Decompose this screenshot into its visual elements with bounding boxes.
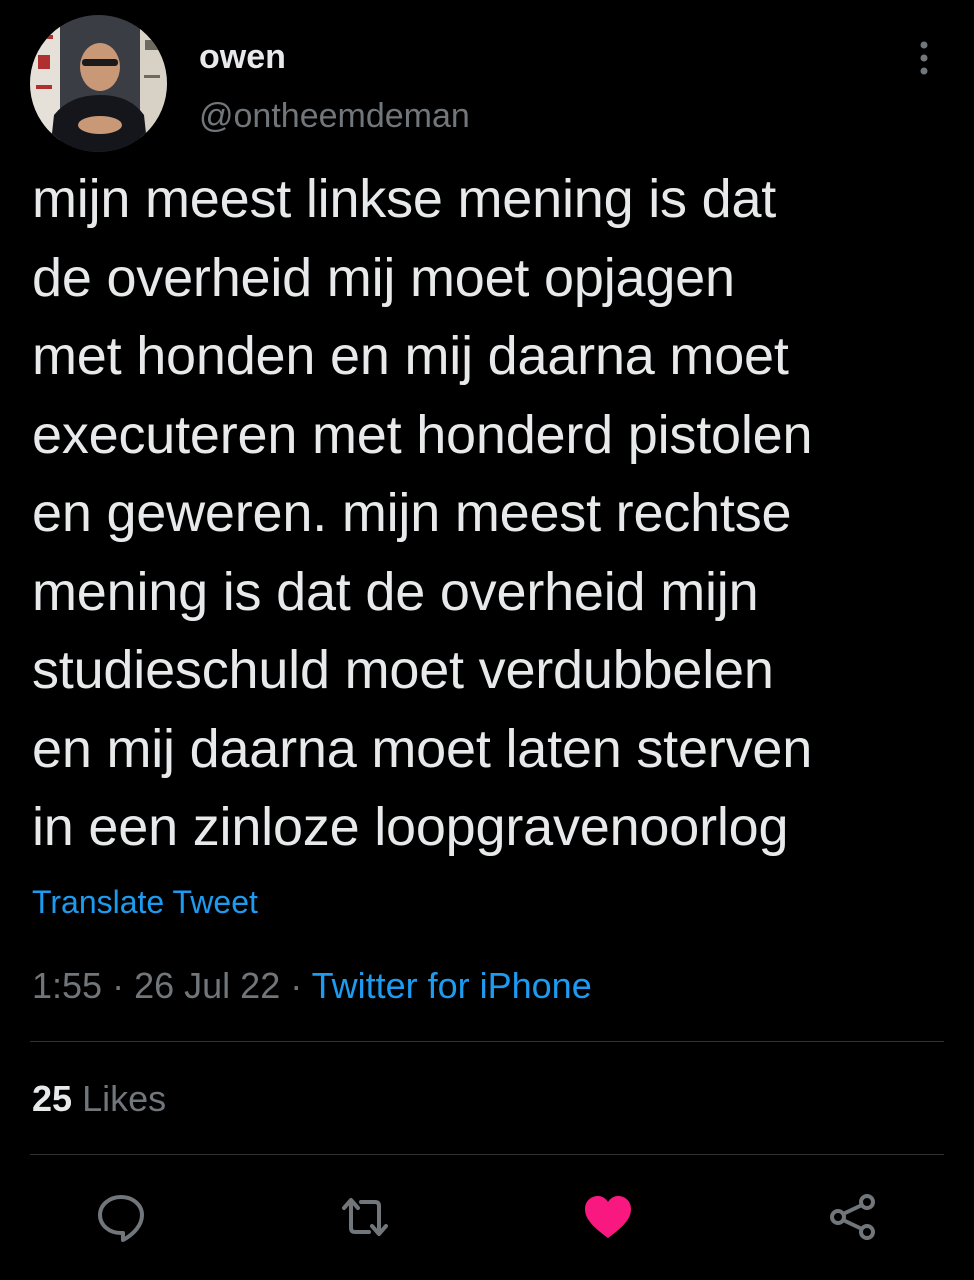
divider [30, 1041, 944, 1042]
tweet-text-line: studieschuld moet verdubbelen [32, 640, 774, 700]
meta-separator: · [112, 965, 125, 1006]
author-handle[interactable]: @ontheemdeman [199, 96, 470, 136]
profile-photo-icon [30, 15, 167, 152]
avatar[interactable] [30, 15, 167, 152]
tweet-time[interactable]: 1:55 [32, 965, 102, 1006]
author-display-name[interactable]: owen [199, 37, 286, 77]
meta-separator: · [290, 965, 303, 1006]
tweet-source-link[interactable]: Twitter for iPhone [312, 965, 592, 1006]
likes-count: 25 [32, 1078, 73, 1119]
more-options-icon[interactable] [906, 38, 942, 78]
retweet-icon [342, 1198, 388, 1236]
tweet-text-line: executeren met honderd pistolen [32, 404, 813, 465]
tweet-text-line: en geweren. mijn meest rechtse [32, 483, 792, 543]
tweet-text-line: de overheid mij moet opjagen [32, 247, 735, 308]
share-icon [830, 1194, 875, 1240]
tweet-text-line: en mij daarna moet laten sterven [32, 718, 813, 779]
tweet-text-line: met honden en mij daarna moet [32, 326, 789, 386]
tweet-text-line: mijn meest linkse mening is dat [32, 169, 777, 229]
tweet-meta: 1:55 · 26 Jul 22 · Twitter for iPhone [32, 964, 592, 1008]
likes-stat[interactable]: 25 Likes [32, 1077, 166, 1121]
share-button[interactable] [826, 1190, 880, 1244]
reply-icon [98, 1195, 144, 1242]
tweet-text-line: in een zinloze loopgravenoorlog [32, 797, 789, 857]
retweet-button[interactable] [338, 1190, 392, 1244]
heart-icon [585, 1196, 631, 1238]
divider [30, 1154, 944, 1155]
translate-tweet-link[interactable]: Translate Tweet [32, 882, 258, 922]
tweet-text-line: mening is dat de overheid mijn [32, 561, 759, 622]
tweet-text: mijn meest linkse mening is dat de overh… [32, 160, 952, 867]
reply-button[interactable] [94, 1190, 148, 1244]
likes-label: Likes [82, 1078, 167, 1119]
tweet-date[interactable]: 26 Jul 22 [134, 965, 280, 1006]
like-button[interactable] [581, 1190, 635, 1244]
